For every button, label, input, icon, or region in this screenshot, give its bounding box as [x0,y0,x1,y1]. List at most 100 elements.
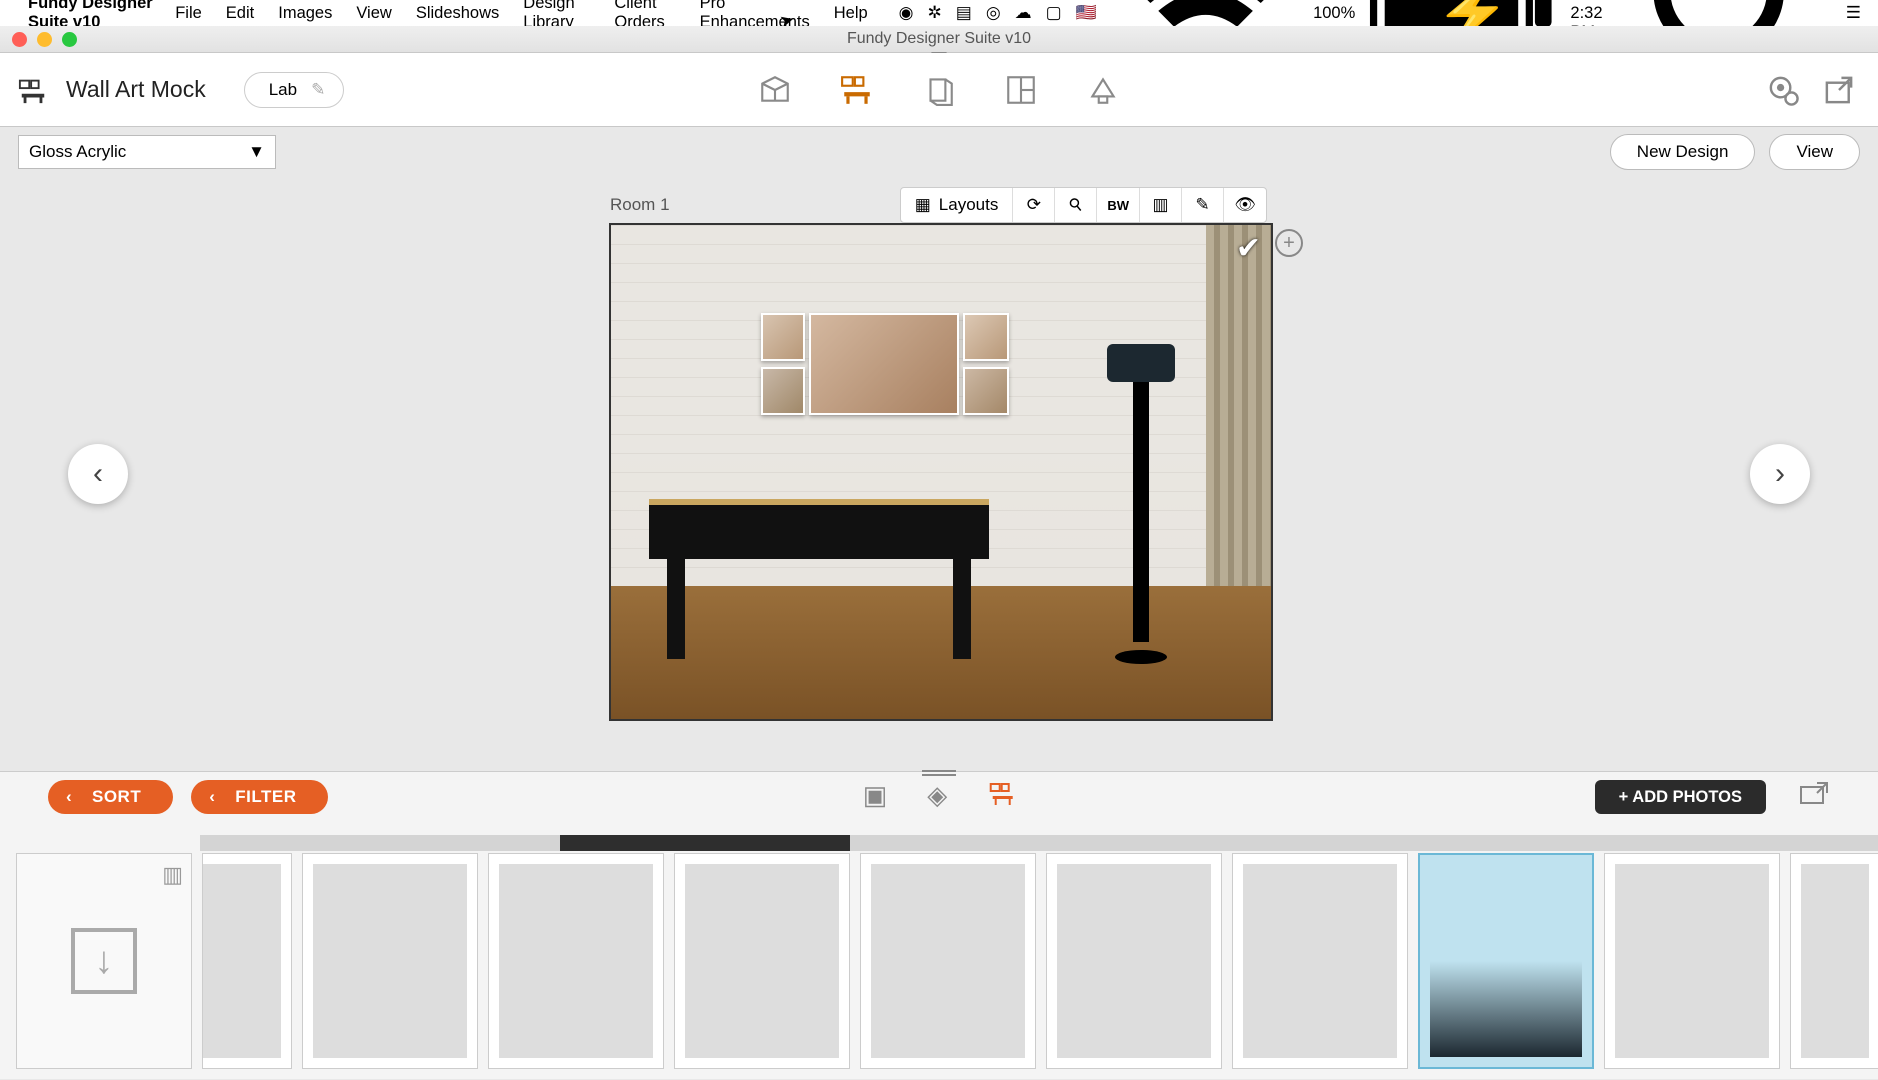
status-icon-3[interactable]: ▤ [956,3,972,23]
rotate-icon: ⟳ [1027,195,1041,215]
menu-view[interactable]: View [356,4,391,23]
filter-label: FILTER [235,787,296,807]
layouts-label: Layouts [939,195,999,215]
lab-selector[interactable]: Lab ✎ [244,72,345,108]
chevron-left-icon: ‹ [93,457,103,491]
room-curtain [1206,225,1271,586]
status-icon-5[interactable]: ☁ [1015,3,1032,23]
window-zoom[interactable] [62,32,77,47]
room-label: Room 1 [610,195,670,215]
settings-icon[interactable] [1766,73,1800,107]
pencil-icon: ✎ [1195,195,1209,215]
filter-button[interactable]: ‹ FILTER [191,780,328,814]
import-drop-slot[interactable]: ▥ [16,853,192,1069]
frame-3[interactable] [809,313,959,415]
window-close[interactable] [12,32,27,47]
room-thumbnails: ▥ [16,851,1878,1071]
menu-images[interactable]: Images [278,4,332,23]
module-cards-icon[interactable] [922,73,956,107]
module-collage-icon[interactable] [1004,73,1038,107]
preview-button[interactable]: 👁 [1224,188,1266,222]
bottom-toolbar: ‹ SORT ‹ FILTER ▣ ◈ + ADD PHOTOS [0,772,1878,822]
room-thumb[interactable] [202,853,292,1069]
layィers-tab-icon[interactable]: ◈ [927,780,947,815]
images-tab-icon[interactable]: ▣ [863,780,888,815]
pin-button[interactable]: ⚲ [1055,188,1097,222]
frame-2[interactable] [761,367,805,415]
chevron-left-icon: ‹ [209,787,215,807]
eye-icon: 👁 [1234,195,1256,215]
stack-icon: ▥ [162,862,183,888]
new-design-button[interactable]: New Design [1610,134,1756,170]
bw-button[interactable]: BW [1097,188,1140,222]
menu-slideshows[interactable]: Slideshows [416,4,499,23]
window-titlebar: Fundy Designer Suite v10 [0,26,1878,53]
workspace-header: Gloss Acrylic ▼ New Design View [0,127,1878,177]
sort-label: SORT [92,787,141,807]
airplay-icon[interactable]: ▢ [1046,3,1062,23]
scrollbar-thumb[interactable] [560,835,850,851]
menu-file[interactable]: File [175,4,202,23]
add-photos-button[interactable]: + ADD PHOTOS [1595,780,1766,814]
frame-1[interactable] [761,313,805,361]
frame-5[interactable] [963,367,1009,415]
room-thumb[interactable] [488,853,664,1069]
status-icon-2[interactable]: ✲ [928,3,942,23]
grid-icon: ▦ [915,195,931,215]
room-thumb[interactable] [860,853,1036,1069]
input-source-icon[interactable]: 🇺🇸 [1076,3,1097,23]
chevron-right-icon: › [1775,457,1785,491]
room-lamp [1101,344,1181,664]
module-album-icon[interactable] [758,73,792,107]
chevron-down-icon: ▼ [248,142,265,162]
room-thumb[interactable] [674,853,850,1069]
sort-button[interactable]: ‹ SORT [48,780,173,814]
pin-icon: ⚲ [1065,193,1087,216]
present-icon[interactable] [1798,781,1830,814]
approved-check-icon[interactable]: ✔ [1236,231,1261,266]
bw-label: BW [1107,198,1129,213]
measure-button[interactable]: ▥ [1140,188,1182,222]
module-ips-icon[interactable] [1086,73,1120,107]
wall-art-cluster[interactable] [761,313,1013,425]
download-icon [71,928,137,994]
main-toolbar: Wall Art Mock Lab ✎ [0,53,1878,127]
window-minimize[interactable] [37,32,52,47]
module-icon [18,75,48,105]
thumb-scrollbar[interactable] [200,835,1878,851]
window-title: Fundy Designer Suite v10 [847,30,1031,48]
material-value: Gloss Acrylic [29,142,126,162]
prev-room-button[interactable]: ‹ [68,444,128,504]
room-preview[interactable]: ✔ [609,223,1273,721]
room-thumb[interactable] [1790,853,1878,1069]
room-thumb[interactable] [1046,853,1222,1069]
room-thumb[interactable] [1418,853,1594,1069]
material-dropdown[interactable]: Gloss Acrylic ▼ [18,135,276,169]
add-room-button[interactable]: + [1275,229,1303,257]
export-icon[interactable] [1822,73,1856,107]
room-toolbar: ▦ Layouts ⟳ ⚲ BW ▥ ✎ 👁 [900,187,1267,223]
rooms-tab-icon[interactable] [987,780,1015,815]
battery-percent[interactable]: 100% [1313,4,1355,23]
edit-button[interactable]: ✎ [1182,188,1224,222]
menu-edit[interactable]: Edit [226,4,254,23]
module-name: Wall Art Mock [66,76,206,103]
status-icon-4[interactable]: ◎ [986,3,1001,23]
view-button[interactable]: View [1769,134,1860,170]
next-room-button[interactable]: › [1750,444,1810,504]
canvas-area: Room 1 ▦ Layouts ⟳ ⚲ BW ▥ ✎ 👁 + ✔ [0,177,1878,771]
ruler-icon: ▥ [1152,195,1168,215]
room-thumb[interactable] [1232,853,1408,1069]
room-piano [649,499,989,659]
frame-4[interactable] [963,313,1009,361]
module-wallart-icon[interactable] [840,73,874,107]
rotate-button[interactable]: ⟳ [1013,188,1055,222]
control-center-icon[interactable]: ☰ [1846,3,1861,23]
room-thumb[interactable] [302,853,478,1069]
pencil-icon: ✎ [311,80,325,100]
status-icon-1[interactable]: ◉ [899,3,914,23]
menu-help[interactable]: Help [834,4,868,23]
room-thumb[interactable] [1604,853,1780,1069]
chevron-left-icon: ‹ [66,787,72,807]
layouts-button[interactable]: ▦ Layouts [901,188,1014,222]
